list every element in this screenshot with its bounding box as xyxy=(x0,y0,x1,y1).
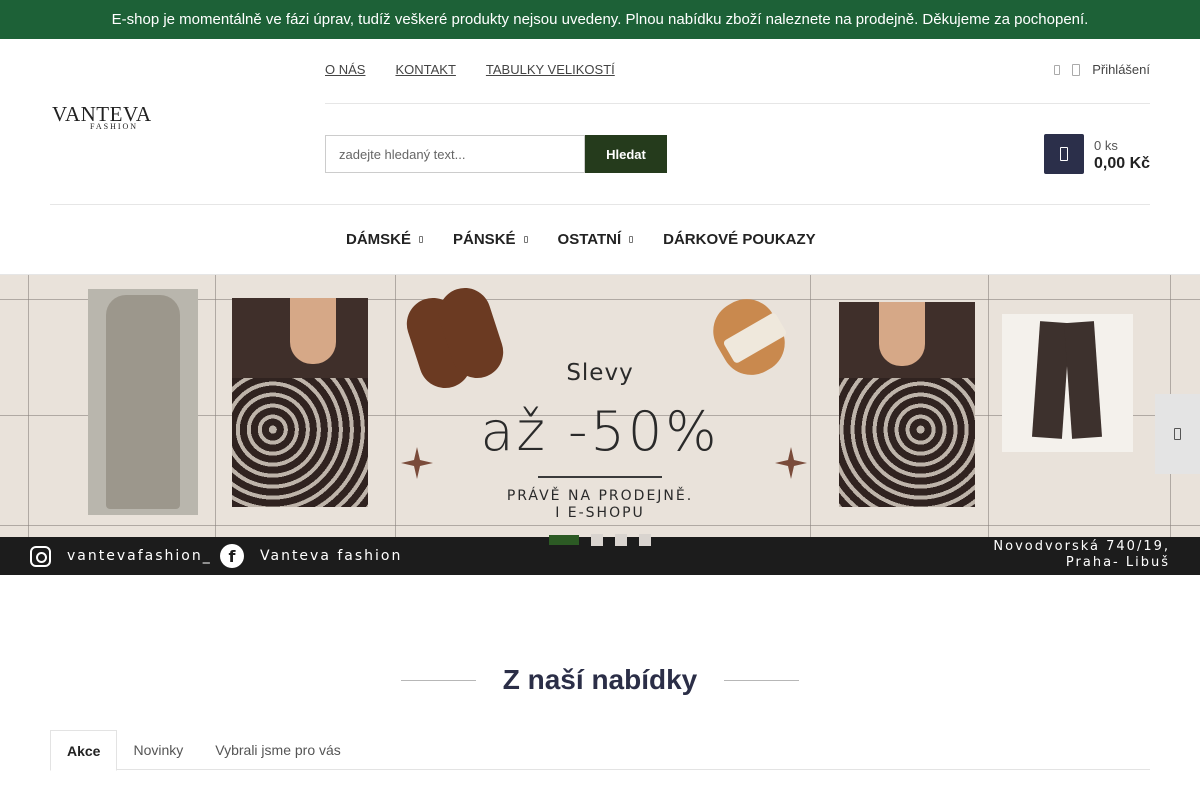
notice-text: E-shop je momentálně ve fázi úprav, tudí… xyxy=(111,11,1089,28)
link-about[interactable]: O NÁS xyxy=(325,62,365,77)
tab-new[interactable]: Novinky xyxy=(117,730,199,770)
facebook-handle: f Vanteva fashion xyxy=(220,537,402,575)
main-nav: DÁMSKÉ PÁNSKÉ OSTATNÍ DÁRKOVÉ POUKAZY xyxy=(346,231,816,248)
link-contact[interactable]: KONTAKT xyxy=(395,62,455,77)
nav-item-gift-vouchers[interactable]: DÁRKOVÉ POUKAZY xyxy=(663,231,816,248)
login-link[interactable]: Přihlášení xyxy=(1092,62,1150,77)
slider-dot-4[interactable] xyxy=(639,534,651,546)
banner-headline: Slevy xyxy=(566,360,634,386)
slider-dot-2[interactable] xyxy=(591,534,603,546)
side-tab-icon xyxy=(1174,428,1181,440)
chevron-down-icon xyxy=(419,236,424,243)
cart-button[interactable] xyxy=(1044,134,1084,174)
tab-sale[interactable]: Akce xyxy=(50,730,118,771)
account-area: Přihlášení xyxy=(1054,62,1150,77)
section-title: Z naší nabídky xyxy=(502,664,698,695)
sparkle-icon xyxy=(775,447,807,479)
chevron-down-icon xyxy=(629,236,634,243)
banner-discount: až -50% xyxy=(480,400,720,463)
tab-recommended[interactable]: Vybrali jsme pro vás xyxy=(199,730,357,770)
slider-dot-1[interactable] xyxy=(549,535,579,545)
sparkle-icon xyxy=(401,447,433,479)
login-icon xyxy=(1072,63,1081,76)
store-address: Novodvorská 740/19, Praha- Libuš xyxy=(993,539,1170,570)
logo-subtitle: FASHION xyxy=(90,122,139,131)
instagram-handle: vantevafashion_ xyxy=(30,537,212,575)
cart-quantity[interactable]: 0 ks xyxy=(1094,138,1118,153)
search-input[interactable] xyxy=(325,135,585,173)
promo-banner[interactable]: Slevy až -50% PRÁVĚ NA PRODEJNĚ. I E-SHO… xyxy=(0,275,1200,575)
settings-icon[interactable] xyxy=(1054,64,1061,75)
divider xyxy=(325,103,1150,104)
cart-total[interactable]: 0,00 Kč xyxy=(1094,155,1150,173)
offer-tabs: Akce Novinky Vybrali jsme pro vás xyxy=(50,730,1150,771)
instagram-icon xyxy=(30,545,51,567)
banner-divider xyxy=(538,476,662,478)
chevron-down-icon xyxy=(523,236,528,243)
link-size-charts[interactable]: TABULKY VELIKOSTÍ xyxy=(486,62,615,77)
divider xyxy=(50,204,1150,205)
nav-item-womens[interactable]: DÁMSKÉ xyxy=(346,231,424,248)
facebook-icon: f xyxy=(220,544,244,568)
notice-bar: E-shop je momentálně ve fázi úprav, tudí… xyxy=(0,0,1200,39)
banner-gridline xyxy=(0,525,1200,526)
slider-dot-3[interactable] xyxy=(615,534,627,546)
banner-subline: PRÁVĚ NA PRODEJNĚ. I E-SHOPU xyxy=(506,488,694,521)
side-panel-tab[interactable] xyxy=(1155,394,1200,474)
nav-item-mens[interactable]: PÁNSKÉ xyxy=(453,231,528,248)
top-links: O NÁS KONTAKT TABULKY VELIKOSTÍ xyxy=(325,62,615,77)
site-logo[interactable]: VANTEVA FASHION xyxy=(52,102,162,138)
nav-item-other[interactable]: OSTATNÍ xyxy=(558,231,634,248)
slider-dots xyxy=(549,534,651,546)
cart-icon xyxy=(1060,147,1068,161)
search-button[interactable]: Hledat xyxy=(585,135,667,173)
